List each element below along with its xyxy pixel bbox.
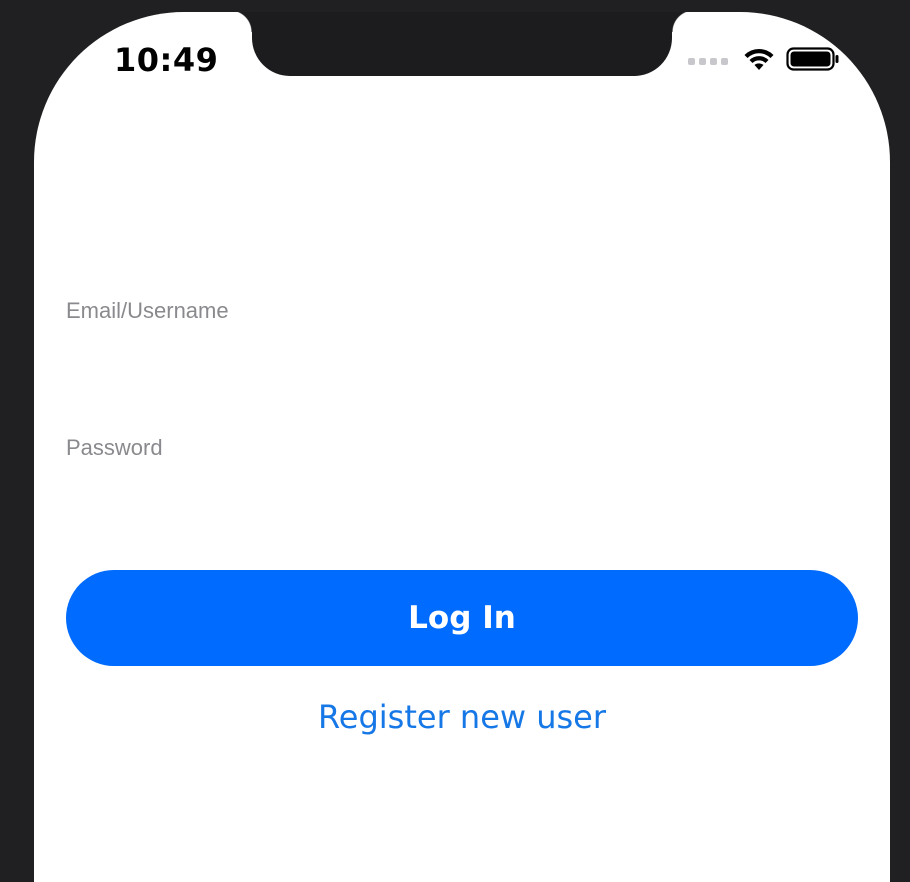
password-label: Password <box>66 435 163 460</box>
status-bar-indicators <box>688 46 840 77</box>
app-screen: 10:49 Email/Username Password Log In Reg… <box>34 12 890 882</box>
password-input[interactable] <box>66 469 858 513</box>
device-frame: 10:49 Email/Username Password Log In Reg… <box>0 0 910 882</box>
wifi-icon <box>742 46 776 77</box>
login-button[interactable]: Log In <box>66 570 858 666</box>
email-input[interactable] <box>66 332 858 376</box>
signal-dots-icon <box>688 57 728 65</box>
device-notch <box>230 12 694 76</box>
status-bar-time: 10:49 <box>114 41 219 79</box>
register-new-user-link[interactable]: Register new user <box>66 698 858 736</box>
email-label: Email/Username <box>66 298 229 323</box>
battery-icon <box>786 46 840 77</box>
